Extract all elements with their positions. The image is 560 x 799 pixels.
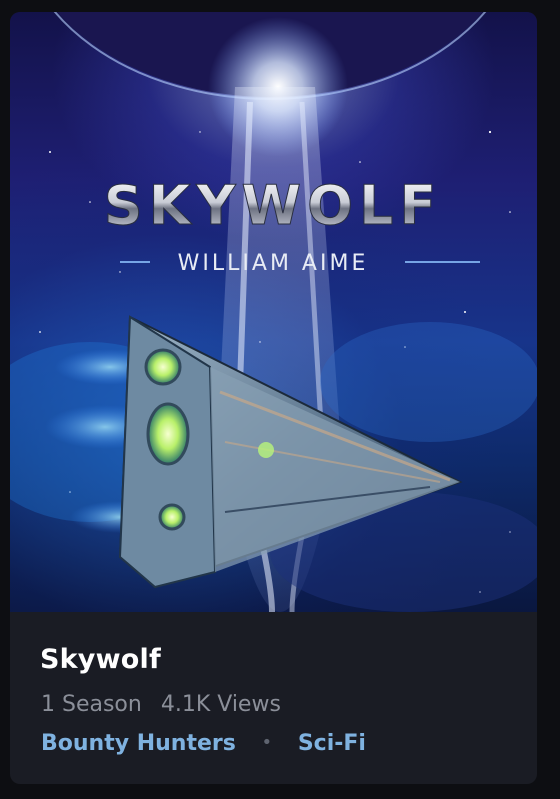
genre-separator: • [261,732,273,753]
season-count: 1 Season [41,692,142,717]
view-count: 4.1K Views [160,692,281,717]
genre-list: Bounty Hunters • Sci-Fi [41,731,366,756]
show-card[interactable]: SKYWOLF WILLIAM AIME Skywolf 1 Season 4.… [10,12,537,784]
genre-link-bounty-hunters[interactable]: Bounty Hunters [41,731,236,756]
cover-art[interactable]: SKYWOLF WILLIAM AIME [10,12,537,612]
cover-illustration: SKYWOLF WILLIAM AIME [10,12,537,612]
cover-title: SKYWOLF [104,174,443,237]
show-meta: 1 Season 4.1K Views [41,692,281,717]
cover-author: WILLIAM AIME [178,251,369,276]
show-title[interactable]: Skywolf [40,644,161,675]
show-info: Skywolf 1 Season 4.1K Views Bounty Hunte… [10,612,537,784]
genre-link-sci-fi[interactable]: Sci-Fi [298,731,366,756]
